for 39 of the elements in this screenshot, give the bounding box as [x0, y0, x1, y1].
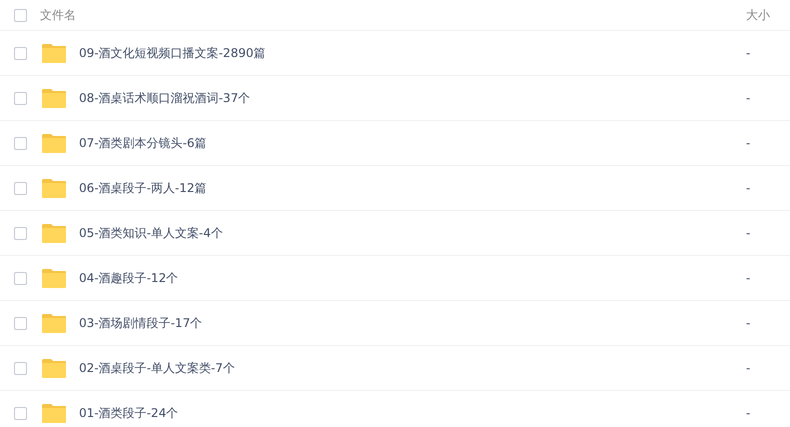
- checkbox[interactable]: [14, 92, 27, 104]
- file-size: -: [746, 136, 752, 150]
- folder-icon: [41, 132, 67, 154]
- file-name[interactable]: 05-酒类知识-单人文案-4个: [79, 224, 746, 242]
- column-header[interactable]: 文件名: [40, 6, 746, 24]
- checkbox[interactable]: [14, 182, 27, 194]
- file-size: -: [746, 181, 752, 195]
- file-name[interactable]: 07-酒类剧本分镜头-6篇: [79, 134, 746, 152]
- file-name[interactable]: 06-酒桌段子-两人-12篇: [79, 180, 746, 196]
- folder-icon: [41, 178, 67, 198]
- folder-icon: [41, 358, 67, 378]
- checkbox[interactable]: [14, 46, 27, 60]
- file-size: -: [746, 46, 752, 60]
- file-name[interactable]: 08-酒桌话术顺口溜祝酒词-37个: [79, 90, 746, 106]
- file-name[interactable]: 09-酒文化短视频口播文案-2890篇: [79, 44, 746, 62]
- file-name[interactable]: 02-酒桌段子-单人文案类-7个: [79, 360, 746, 376]
- checkbox[interactable]: [14, 272, 27, 284]
- file-name[interactable]: 03-酒场剧情段子-17个: [79, 314, 746, 332]
- folder-icon: [41, 312, 67, 334]
- file-size: -: [746, 406, 752, 420]
- column-header[interactable]: 大小: [746, 6, 790, 24]
- folder-icon: [41, 222, 67, 244]
- file-name[interactable]: 04-酒趣段子-12个: [79, 270, 746, 286]
- checkbox[interactable]: [14, 226, 27, 240]
- checkbox[interactable]: [14, 8, 27, 22]
- file-size: -: [746, 361, 752, 375]
- checkbox[interactable]: [14, 136, 27, 150]
- checkbox[interactable]: [14, 406, 27, 420]
- file-size: -: [746, 316, 752, 330]
- file-size: -: [746, 91, 752, 105]
- folder-icon: [41, 88, 67, 108]
- file-size: -: [746, 271, 752, 285]
- checkbox[interactable]: [14, 362, 27, 374]
- folder-icon: [41, 268, 67, 288]
- file-name[interactable]: 01-酒类段子-24个: [79, 404, 746, 422]
- checkbox[interactable]: [14, 316, 27, 330]
- file-size: -: [746, 226, 752, 240]
- folder-icon: [41, 402, 67, 424]
- folder-icon: [41, 42, 67, 64]
